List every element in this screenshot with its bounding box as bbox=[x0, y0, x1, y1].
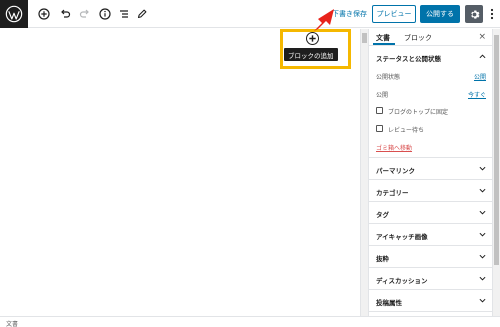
pending-review-row: レビュー待ち bbox=[376, 125, 486, 134]
chevron-down-icon bbox=[479, 166, 486, 171]
tab-document[interactable]: 文書 bbox=[376, 33, 390, 43]
panel-categories[interactable]: カテゴリー bbox=[369, 180, 492, 202]
panel-permalink-title: パーマリンク bbox=[376, 167, 415, 175]
redo-icon[interactable] bbox=[77, 6, 93, 22]
panel-featured-image-title: アイキャッチ画像 bbox=[376, 233, 428, 241]
tab-block[interactable]: ブロック bbox=[404, 33, 432, 43]
stick-to-front-label: ブログのトップに固定 bbox=[388, 109, 449, 116]
preview-button[interactable]: プレビュー bbox=[372, 5, 416, 23]
panel-discussion-title: ディスカッション bbox=[376, 277, 428, 285]
sidebar-scroll-thumb[interactable] bbox=[494, 35, 499, 265]
pending-review-checkbox[interactable] bbox=[376, 125, 383, 132]
edit-icon[interactable] bbox=[134, 6, 150, 22]
settings-button[interactable] bbox=[465, 5, 483, 23]
outline-icon[interactable] bbox=[116, 6, 132, 22]
panel-tags-title: タグ bbox=[376, 211, 389, 219]
chevron-down-icon bbox=[479, 188, 486, 193]
panel-permalink[interactable]: パーマリンク bbox=[369, 158, 492, 180]
panel-post-attributes[interactable]: 投稿属性 bbox=[369, 290, 492, 312]
add-block-icon[interactable] bbox=[36, 6, 52, 22]
editor-header: 下書き保存 プレビュー 公開する bbox=[0, 0, 500, 28]
red-arrow-icon bbox=[314, 9, 334, 31]
publish-label: 公開 bbox=[376, 92, 389, 99]
settings-sidebar: 文書 ブロック × ステータスと公開状態 公開状態 公開 公開 今すぐ ブログの… bbox=[368, 29, 492, 316]
panel-post-attributes-title: 投稿属性 bbox=[376, 299, 402, 307]
visibility-label: 公開状態 bbox=[376, 74, 401, 81]
publish-date-link[interactable]: 今すぐ bbox=[468, 90, 486, 99]
add-block-tooltip: ブロックの追加 bbox=[284, 48, 338, 61]
active-tab-indicator bbox=[373, 43, 395, 45]
editor-scroll-thumb[interactable] bbox=[362, 33, 367, 43]
info-icon[interactable] bbox=[97, 6, 113, 22]
panel-discussion[interactable]: ディスカッション bbox=[369, 268, 492, 290]
wordpress-logo-icon[interactable] bbox=[0, 0, 28, 28]
visibility-link[interactable]: 公開 bbox=[474, 72, 486, 81]
stick-to-front-checkbox[interactable] bbox=[376, 107, 383, 114]
sidebar-tabs: 文書 ブロック × bbox=[369, 29, 492, 46]
visibility-row: 公開状態 公開 bbox=[376, 72, 486, 81]
pending-review-label: レビュー待ち bbox=[388, 127, 425, 134]
chevron-down-icon bbox=[479, 232, 486, 237]
publish-row: 公開 今すぐ bbox=[376, 90, 486, 99]
wordpress-logo-icon-glyph bbox=[5, 5, 23, 23]
trash-row: ゴミ箱へ移動 bbox=[376, 143, 486, 152]
chevron-down-icon bbox=[479, 210, 486, 215]
more-vertical-icon[interactable] bbox=[487, 7, 497, 21]
chevron-down-icon bbox=[479, 276, 486, 281]
gear-icon bbox=[470, 10, 479, 19]
status-visibility-panel: ステータスと公開状態 公開状態 公開 公開 今すぐ ブログのトップに固定 レビュ… bbox=[369, 46, 492, 158]
panel-featured-image[interactable]: アイキャッチ画像 bbox=[369, 224, 492, 246]
editor-canvas[interactable]: ブロックの追加 bbox=[0, 29, 360, 316]
editor-footer: 文書 bbox=[0, 316, 500, 327]
block-breadcrumb[interactable]: 文書 bbox=[6, 319, 18, 327]
stick-to-front-row: ブログのトップに固定 bbox=[376, 107, 486, 116]
undo-icon[interactable] bbox=[57, 6, 73, 22]
panel-categories-title: カテゴリー bbox=[376, 189, 409, 197]
status-panel-title: ステータスと公開状態 bbox=[376, 55, 441, 63]
move-to-trash-link[interactable]: ゴミ箱へ移動 bbox=[376, 145, 412, 152]
publish-button[interactable]: 公開する bbox=[420, 5, 460, 23]
panel-excerpt-title: 抜粋 bbox=[376, 255, 389, 263]
panel-excerpt[interactable]: 抜粋 bbox=[369, 246, 492, 268]
chevron-down-icon bbox=[479, 254, 486, 259]
status-panel-header[interactable]: ステータスと公開状態 bbox=[369, 46, 492, 68]
editor-scrollbar[interactable] bbox=[360, 29, 368, 316]
close-icon[interactable]: × bbox=[478, 32, 486, 42]
panel-tags[interactable]: タグ bbox=[369, 202, 492, 224]
chevron-up-icon bbox=[479, 54, 486, 59]
chevron-down-icon bbox=[479, 298, 486, 303]
sidebar-scrollbar[interactable] bbox=[492, 29, 500, 316]
